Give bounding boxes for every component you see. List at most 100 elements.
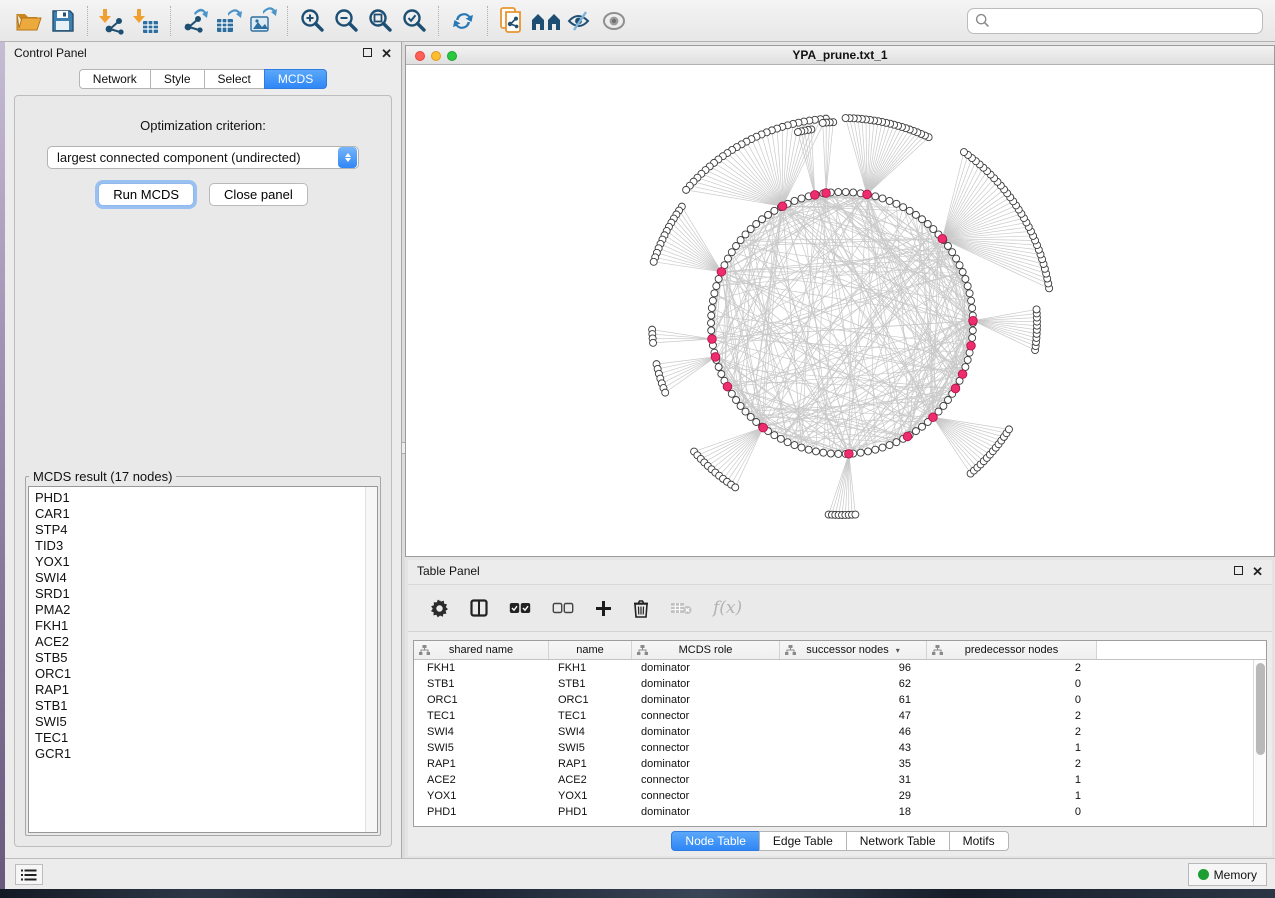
graph-node[interactable] bbox=[753, 419, 760, 426]
graph-node[interactable] bbox=[708, 327, 715, 334]
graph-node[interactable] bbox=[852, 511, 859, 518]
result-node[interactable]: CAR1 bbox=[35, 506, 377, 522]
graph-node[interactable] bbox=[850, 189, 857, 196]
graph-node[interactable] bbox=[872, 193, 879, 200]
graph-node[interactable] bbox=[969, 327, 976, 334]
graph-node[interactable] bbox=[1033, 306, 1040, 313]
gear-icon[interactable] bbox=[430, 595, 449, 621]
zoom-in-icon[interactable] bbox=[295, 5, 329, 37]
close-panel-button[interactable]: Close panel bbox=[209, 183, 308, 206]
table-tab-node-table[interactable]: Node Table bbox=[671, 831, 760, 851]
graph-node[interactable] bbox=[964, 283, 971, 290]
search-input[interactable] bbox=[990, 14, 1255, 28]
mcds-hub-node[interactable] bbox=[822, 189, 831, 198]
table-tab-network-table[interactable]: Network Table bbox=[846, 831, 950, 851]
graph-node[interactable] bbox=[886, 442, 893, 449]
graph-node[interactable] bbox=[872, 446, 879, 453]
table-row[interactable]: RAP1RAP1dominator352 bbox=[414, 756, 1266, 772]
graph-node[interactable] bbox=[968, 297, 975, 304]
graph-node[interactable] bbox=[765, 211, 772, 218]
mcds-hub-node[interactable] bbox=[938, 234, 947, 243]
graph-node[interactable] bbox=[747, 226, 754, 233]
mcds-hub-node[interactable] bbox=[951, 384, 960, 393]
graph-node[interactable] bbox=[711, 290, 718, 297]
graph-node[interactable] bbox=[742, 231, 749, 238]
criterion-dropdown[interactable]: largest connected component (undirected) bbox=[47, 146, 359, 169]
graph-node[interactable] bbox=[771, 432, 778, 439]
graph-node[interactable] bbox=[969, 305, 976, 312]
table-row[interactable]: ORC1ORC1dominator610 bbox=[414, 692, 1266, 708]
tab-mcds[interactable]: MCDS bbox=[264, 69, 327, 89]
graph-node[interactable] bbox=[759, 216, 766, 223]
graph-node[interactable] bbox=[724, 255, 731, 262]
table-tab-edge-table[interactable]: Edge Table bbox=[759, 831, 847, 851]
graph-node[interactable] bbox=[949, 249, 956, 256]
mcds-hub-node[interactable] bbox=[969, 316, 978, 325]
result-node[interactable]: PMA2 bbox=[35, 602, 377, 618]
graph-node[interactable] bbox=[650, 258, 657, 265]
float-table-panel-icon[interactable] bbox=[1234, 564, 1243, 578]
graph-node[interactable] bbox=[879, 444, 886, 451]
graph-node[interactable] bbox=[798, 444, 805, 451]
mcds-hub-node[interactable] bbox=[903, 432, 912, 441]
graph-node[interactable] bbox=[683, 186, 690, 193]
graph-node[interactable] bbox=[842, 115, 849, 122]
graph-node[interactable] bbox=[962, 275, 969, 282]
result-node[interactable]: GCR1 bbox=[35, 746, 377, 762]
mcds-hub-node[interactable] bbox=[863, 190, 872, 199]
table-row[interactable]: STB1STB1dominator620 bbox=[414, 676, 1266, 692]
graph-node[interactable] bbox=[737, 402, 744, 409]
mcds-hub-node[interactable] bbox=[967, 341, 976, 350]
column-header-shared-name[interactable]: shared name bbox=[414, 641, 549, 659]
result-node[interactable]: YOX1 bbox=[35, 554, 377, 570]
graph-node[interactable] bbox=[930, 226, 937, 233]
result-node[interactable]: ORC1 bbox=[35, 666, 377, 682]
graph-node[interactable] bbox=[791, 197, 798, 204]
graph-node[interactable] bbox=[794, 129, 801, 136]
result-node[interactable]: STB5 bbox=[35, 650, 377, 666]
graph-node[interactable] bbox=[819, 119, 826, 126]
table-row[interactable]: SWI4SWI4dominator462 bbox=[414, 724, 1266, 740]
graph-node[interactable] bbox=[944, 243, 951, 250]
add-column-icon[interactable] bbox=[595, 595, 612, 621]
import-network-icon[interactable] bbox=[95, 5, 129, 37]
graph-node[interactable] bbox=[728, 249, 735, 256]
graph-node[interactable] bbox=[886, 197, 893, 204]
network-graph[interactable] bbox=[406, 65, 1274, 556]
result-node[interactable]: PHD1 bbox=[35, 490, 377, 506]
graph-node[interactable] bbox=[784, 439, 791, 446]
first-neighbors-icon[interactable] bbox=[529, 5, 563, 37]
memory-button[interactable]: Memory bbox=[1188, 863, 1267, 886]
deselect-all-icon[interactable] bbox=[552, 595, 574, 621]
graph-node[interactable] bbox=[747, 413, 754, 420]
import-table-icon[interactable] bbox=[129, 5, 163, 37]
graph-node[interactable] bbox=[966, 290, 973, 297]
graph-node[interactable] bbox=[924, 220, 931, 227]
float-panel-icon[interactable] bbox=[363, 46, 372, 60]
select-all-icon[interactable] bbox=[509, 595, 531, 621]
network-window-titlebar[interactable]: YPA_prune.txt_1 bbox=[406, 46, 1274, 65]
mcds-hub-node[interactable] bbox=[929, 413, 938, 422]
run-mcds-button[interactable]: Run MCDS bbox=[98, 183, 194, 206]
graph-node[interactable] bbox=[900, 204, 907, 211]
result-node[interactable]: TEC1 bbox=[35, 730, 377, 746]
column-header-predecessor-nodes[interactable]: predecessor nodes bbox=[927, 641, 1097, 659]
graph-node[interactable] bbox=[953, 255, 960, 262]
mcds-hub-node[interactable] bbox=[810, 191, 819, 200]
export-network-icon[interactable] bbox=[178, 5, 212, 37]
table-row[interactable]: YOX1YOX1connector291 bbox=[414, 788, 1266, 804]
graph-node[interactable] bbox=[805, 446, 812, 453]
graph-node[interactable] bbox=[732, 484, 739, 491]
graph-node[interactable] bbox=[812, 448, 819, 455]
show-all-icon[interactable] bbox=[597, 5, 631, 37]
result-node[interactable]: SWI5 bbox=[35, 714, 377, 730]
mcds-result-list[interactable]: PHD1CAR1STP4TID3YOX1SWI4SRD1PMA2FKH1ACE2… bbox=[28, 486, 378, 833]
table-row[interactable]: SWI5SWI5connector431 bbox=[414, 740, 1266, 756]
table-scrollbar-thumb[interactable] bbox=[1256, 663, 1265, 755]
column-header-name[interactable]: name bbox=[549, 641, 632, 659]
search-box[interactable] bbox=[967, 8, 1263, 34]
tab-style[interactable]: Style bbox=[150, 69, 205, 89]
graph-node[interactable] bbox=[918, 216, 925, 223]
graph-node[interactable] bbox=[718, 370, 725, 377]
result-node[interactable]: SWI4 bbox=[35, 570, 377, 586]
